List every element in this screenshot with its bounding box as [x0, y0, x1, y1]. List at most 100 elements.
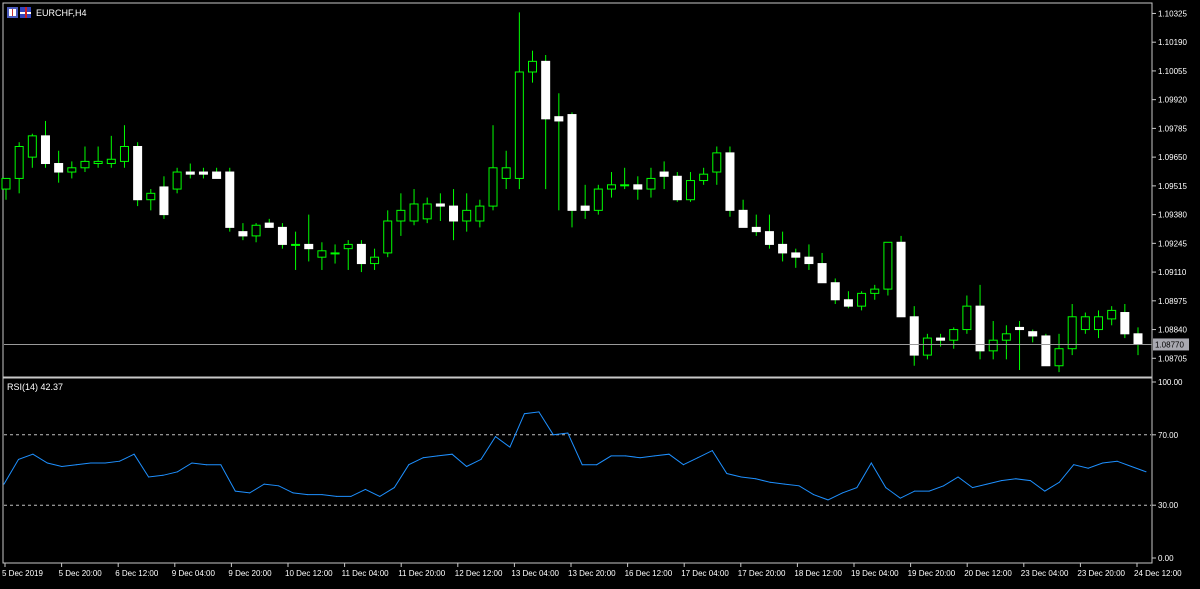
candle-body [488, 167, 498, 207]
candle-body [988, 339, 998, 352]
rsi-point [494, 436, 496, 438]
candle-body [1133, 333, 1143, 345]
rsi-point [133, 453, 135, 455]
candle [778, 231, 788, 262]
rsi-point [523, 413, 525, 415]
candle-body [541, 60, 551, 120]
candle-body [514, 71, 524, 179]
price-tick-label: 1.09920 [1158, 96, 1187, 105]
candle [857, 291, 867, 311]
rsi-point [307, 494, 309, 496]
rsi-point [972, 487, 974, 489]
candle [119, 125, 129, 168]
rsi-point [784, 483, 786, 485]
rsi-point [61, 465, 63, 467]
rsi-point [957, 476, 959, 478]
rsi-point [509, 446, 511, 448]
time-tick-label: 11 Dec 04:00 [342, 569, 390, 578]
chart-window-icon [7, 7, 18, 18]
rsi-point [176, 471, 178, 473]
candle [501, 150, 511, 190]
price-tick-label: 1.09785 [1158, 124, 1187, 133]
candle [475, 199, 485, 228]
time-tick-label: 5 Dec 20:00 [59, 569, 103, 578]
chart-canvas[interactable]: EURCHF,H4 RSI(14) 42.37 1.103251.101901.… [0, 0, 1200, 584]
candle [870, 284, 880, 300]
candle [40, 120, 50, 168]
rsi-point [1116, 460, 1118, 462]
chart-window[interactable]: EURCHF,H4 RSI(14) 42.37 1.10325 1.10190 1.… [0, 0, 1200, 584]
candle-body [554, 116, 564, 122]
candle [343, 240, 353, 270]
candle [238, 223, 248, 241]
rsi-tick-label: 30.00 [1158, 501, 1179, 510]
rsi-point [451, 453, 453, 455]
rsi-point [75, 464, 77, 466]
candle-body [1015, 326, 1025, 331]
candle-body [817, 263, 827, 284]
rsi-point [697, 457, 699, 459]
candle-body [449, 205, 459, 222]
candle-body [277, 226, 287, 245]
chart-title: EURCHF,H4 [36, 8, 87, 18]
candle [751, 214, 761, 236]
candle-body [883, 241, 893, 290]
candle-body [396, 209, 406, 222]
candle-body [896, 241, 906, 318]
price-tick-label: 1.09650 [1158, 153, 1187, 162]
candle-body [1080, 316, 1090, 331]
candle [1107, 306, 1117, 326]
window-title-bar: EURCHF,H4 [7, 7, 87, 18]
candle-body [791, 252, 801, 258]
rsi-point [408, 464, 410, 466]
rsi-pane-frame [2, 377, 1153, 564]
rsi-point [263, 483, 265, 485]
candle [685, 172, 695, 202]
time-tick-label: 6 Dec 12:00 [115, 569, 159, 578]
candle [1054, 333, 1064, 373]
candle [764, 214, 774, 249]
rsi-point [422, 457, 424, 459]
candle-body [764, 231, 774, 245]
candle [67, 161, 77, 179]
rsi-point [1058, 481, 1060, 483]
candle-body [409, 203, 419, 222]
candle [738, 199, 748, 228]
candle [1094, 310, 1104, 339]
candle [830, 278, 840, 305]
time-tick-label: 11 Dec 20:00 [398, 569, 446, 578]
rsi-point [148, 476, 150, 478]
price-tick-label: 1.09515 [1158, 182, 1187, 191]
candle [93, 146, 103, 168]
rsi-point [711, 450, 713, 452]
rsi-line [3, 411, 1147, 501]
price-tick-label: 1.08840 [1158, 326, 1187, 335]
candle-body [738, 209, 748, 228]
price-tick-label: 1.09110 [1158, 268, 1187, 277]
rsi-point [567, 432, 569, 434]
rsi-point [162, 474, 164, 476]
candle [672, 172, 682, 202]
candle [606, 172, 616, 198]
current-price-label: 1.08770 [1155, 340, 1184, 349]
candle [27, 133, 37, 168]
price-tick-label: 1.09245 [1158, 239, 1187, 248]
price-tick-label: 1.10190 [1158, 38, 1187, 47]
candle-body [909, 316, 919, 356]
candle [291, 231, 301, 270]
candle-body [1054, 348, 1064, 367]
candle-body [567, 114, 577, 211]
candle-body [633, 184, 643, 190]
candle [462, 193, 472, 232]
candle [791, 248, 801, 268]
time-tick-label: 17 Dec 20:00 [738, 569, 786, 578]
candle-body [462, 209, 472, 222]
candle [633, 176, 643, 200]
candle-body [843, 299, 853, 307]
candle [54, 150, 64, 183]
candle-body [804, 256, 814, 265]
rsi-point [393, 487, 395, 489]
candle-body [317, 250, 327, 258]
candle [356, 240, 366, 273]
candle [580, 184, 590, 219]
